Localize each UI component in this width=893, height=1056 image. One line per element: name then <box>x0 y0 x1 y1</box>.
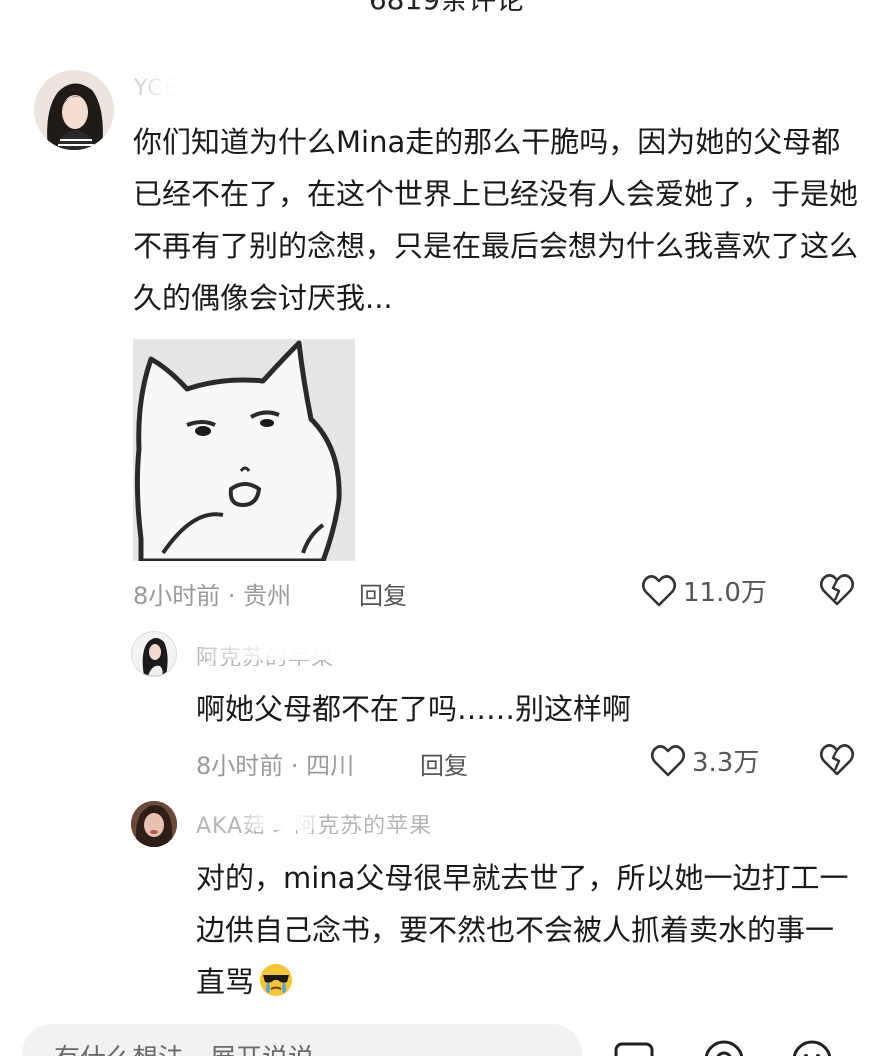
cat-sticker-image[interactable] <box>133 339 355 564</box>
like-button[interactable]: 3.3万 <box>650 742 759 779</box>
image-icon[interactable] <box>612 1038 656 1056</box>
sunglasses-crying-emoji-icon <box>260 964 293 996</box>
heart-icon <box>641 574 677 606</box>
comment-input-bar: 有什么想法，展开说说 <box>0 1010 893 1056</box>
username-blur <box>240 808 320 830</box>
at-icon[interactable] <box>702 1038 746 1056</box>
reply-meta: 8小时前 · 四川 回复 3.3万 <box>196 740 863 780</box>
broken-heart-icon[interactable] <box>819 572 855 608</box>
comment-text: 你们知道为什么Mina走的那么干脆吗，因为她的父母都已经不在了，在这个世界上已经… <box>133 125 859 315</box>
reply-text: 啊她父母都不在了吗……别这样啊 <box>196 692 632 726</box>
like-button[interactable]: 11.0万 <box>641 572 767 609</box>
heart-icon <box>650 744 686 776</box>
comments-page: 6819条评论 YCE 你们知道为什么Mina走的那么干脆吗，因为她的父母都已经… <box>0 0 893 1056</box>
reply-button[interactable]: 回复 <box>420 746 468 781</box>
avatar[interactable] <box>131 631 177 677</box>
username-blur <box>130 74 220 96</box>
like-count: 11.0万 <box>683 578 767 608</box>
time-location: 8小时前 · 贵州 <box>133 582 292 610</box>
comment-input[interactable]: 有什么想法，展开说说 <box>22 1024 582 1056</box>
time-location: 8小时前 · 四川 <box>196 752 355 780</box>
avatar[interactable] <box>34 70 114 150</box>
avatar[interactable] <box>131 801 177 847</box>
like-count: 3.3万 <box>692 748 760 778</box>
reply-button[interactable]: 回复 <box>359 576 407 611</box>
username-blur <box>200 638 390 660</box>
comment-meta: 8小时前 · 贵州 回复 11.0万 <box>133 570 863 610</box>
comment-count-title: 6819条评论 <box>0 0 893 18</box>
reply-text: 对的，mina父母很早就去世了，所以她一边打工一边供自己念书，要不然也不会被人抓… <box>196 852 856 1008</box>
emoji-icon[interactable] <box>790 1038 834 1056</box>
broken-heart-icon[interactable] <box>819 742 855 778</box>
